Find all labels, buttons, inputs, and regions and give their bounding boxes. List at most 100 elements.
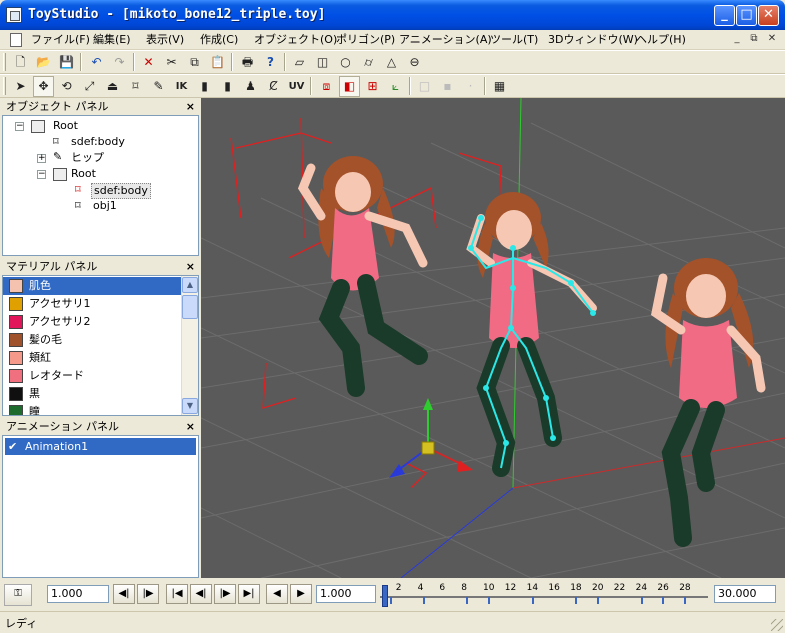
material-item[interactable]: 肌色 [3, 277, 181, 295]
material-item[interactable]: 髪の毛 [3, 331, 181, 349]
bone-icon[interactable]: ✎ [148, 76, 169, 97]
paste-icon[interactable]: 📋 [207, 52, 228, 73]
keyframe-marker[interactable] [640, 597, 643, 604]
sphere-primitive-icon[interactable]: ○ [335, 52, 356, 73]
copy-icon[interactable]: ⧉ [184, 52, 205, 73]
keyframe-marker[interactable] [466, 597, 469, 604]
grid-icon[interactable]: ▦ [489, 76, 510, 97]
object-panel-close-button[interactable]: × [186, 99, 195, 114]
material-panel-close-button[interactable]: × [186, 259, 195, 274]
tree-toggle[interactable]: + [37, 154, 46, 163]
stamp-icon[interactable]: ♟ [240, 76, 261, 97]
keyframe-marker[interactable] [531, 597, 534, 604]
end-frame-field[interactable]: 30.000 [714, 585, 776, 603]
polygon-edit-icon[interactable]: ⌑ [125, 76, 146, 97]
magnet-icon[interactable]: Ȼ [263, 76, 284, 97]
object-mode-icon[interactable]: ◧ [339, 76, 360, 97]
character-left[interactable] [297, 156, 428, 397]
menu-tools[interactable]: ツール(T) [487, 32, 541, 48]
axis-icon[interactable]: ⟀ [385, 76, 406, 97]
point-mode-icon[interactable]: ▪ [437, 76, 458, 97]
menu-view[interactable]: 表示(V) [143, 32, 187, 48]
keyframe-marker[interactable] [389, 597, 392, 604]
keyframe-marker[interactable] [684, 597, 687, 604]
open-folder-icon[interactable]: 📂 [33, 52, 54, 73]
character-center[interactable] [466, 192, 597, 477]
animation-item[interactable]: ✔ Animation1 [5, 438, 196, 455]
tree-toggle[interactable]: − [37, 170, 46, 179]
plane-primitive-icon[interactable]: ▱ [289, 52, 310, 73]
uv-button[interactable]: UV [286, 76, 307, 97]
close-button[interactable]: ✕ [758, 5, 779, 26]
key-icon[interactable]: ⚿ [4, 584, 32, 606]
face-mode-icon[interactable]: ⊞ [362, 76, 383, 97]
tree-toggle[interactable]: − [15, 122, 24, 131]
resize-grip[interactable] [771, 619, 783, 631]
cylinder-primitive-icon[interactable]: ⌭ [358, 52, 379, 73]
paint-icon[interactable]: ▮ [217, 76, 238, 97]
weight-icon[interactable]: ▮ [194, 76, 215, 97]
cone-primitive-icon[interactable]: △ [381, 52, 402, 73]
document-icon[interactable] [10, 33, 22, 47]
mdi-restore-button[interactable]: ⧉ [747, 33, 761, 46]
print-icon[interactable]: 🖶 [237, 52, 258, 73]
timeline-track[interactable]: 2 4 6 8 10 12 14 16 18 20 22 24 26 28 [380, 582, 708, 608]
animation-list[interactable]: ✔ Animation1 [2, 435, 199, 578]
material-list[interactable]: 肌色 アクセサリ1 アクセサリ2 髪の毛 頬紅 レオタード 黒 瞳 ▲ ▼ [2, 275, 199, 416]
play-icon[interactable]: ▶ [290, 584, 312, 604]
keyframe-marker[interactable] [488, 597, 490, 604]
move-icon[interactable]: ✥ [33, 76, 54, 97]
next-key-icon[interactable]: |▶ [137, 584, 159, 604]
menu-help[interactable]: ヘルプ(H) [633, 32, 689, 48]
prev-key-icon[interactable]: ◀| [113, 584, 135, 604]
play-reverse-icon[interactable]: ◀ [266, 584, 288, 604]
ik-button[interactable]: IK [171, 76, 192, 97]
menu-object[interactable]: オブジェクト(O) [251, 32, 340, 48]
menu-create[interactable]: 作成(C) [197, 32, 241, 48]
material-item[interactable]: 頬紅 [3, 349, 181, 367]
torus-primitive-icon[interactable]: ⊖ [404, 52, 425, 73]
viewport-canvas[interactable] [201, 98, 785, 578]
scroll-down-icon[interactable]: ▼ [182, 398, 198, 414]
cube-primitive-icon[interactable]: ◫ [312, 52, 333, 73]
keyframe-marker[interactable] [662, 597, 665, 604]
3d-viewport[interactable] [201, 98, 785, 578]
minimize-button[interactable]: _ [714, 5, 735, 26]
redo-icon[interactable]: ↷ [109, 52, 130, 73]
scroll-up-icon[interactable]: ▲ [182, 277, 198, 293]
save-icon[interactable]: 💾 [56, 52, 77, 73]
animation-panel-close-button[interactable]: × [186, 419, 195, 434]
delete-icon[interactable]: ✕ [138, 52, 159, 73]
rotate-icon[interactable]: ⟲ [56, 76, 77, 97]
last-frame-icon[interactable]: ▶| [238, 584, 260, 604]
speed-field[interactable]: 1.000 [47, 585, 109, 603]
material-item[interactable]: 黒 [3, 385, 181, 403]
app-icon[interactable] [6, 7, 22, 23]
toolbar-grip[interactable] [3, 77, 6, 95]
material-scrollbar[interactable]: ▲ ▼ [181, 276, 198, 415]
help-icon[interactable]: ? [260, 52, 281, 73]
menu-3d-window[interactable]: 3Dウィンドウ(W) [545, 32, 641, 48]
snap-icon[interactable]: · [460, 76, 481, 97]
timeline-cursor[interactable] [382, 585, 388, 607]
undo-icon[interactable]: ↶ [86, 52, 107, 73]
hierarchy-icon[interactable]: ⧈ [316, 76, 337, 97]
mdi-minimize-button[interactable]: _ [730, 33, 744, 46]
scroll-thumb[interactable] [182, 295, 198, 319]
step-back-icon[interactable]: ◀| [190, 584, 212, 604]
menu-polygon[interactable]: ポリゴン(P) [333, 32, 398, 48]
step-forward-icon[interactable]: |▶ [214, 584, 236, 604]
new-file-icon[interactable]: 🗋 [10, 52, 31, 73]
cut-icon[interactable]: ✂ [161, 52, 182, 73]
menu-edit[interactable]: 編集(E) [90, 32, 134, 48]
material-item[interactable]: アクセサリ1 [3, 295, 181, 313]
first-frame-icon[interactable]: |◀ [166, 584, 188, 604]
menu-file[interactable]: ファイル(F) [28, 32, 93, 48]
material-item[interactable]: アクセサリ2 [3, 313, 181, 331]
current-frame-field[interactable]: 1.000 [316, 585, 376, 603]
select-arrow-icon[interactable]: ➤ [10, 76, 31, 97]
scale-icon[interactable]: ⤢ [79, 76, 100, 97]
material-item[interactable]: レオタード [3, 367, 181, 385]
toolbar-grip[interactable] [3, 53, 6, 71]
maximize-button[interactable]: □ [736, 5, 757, 26]
